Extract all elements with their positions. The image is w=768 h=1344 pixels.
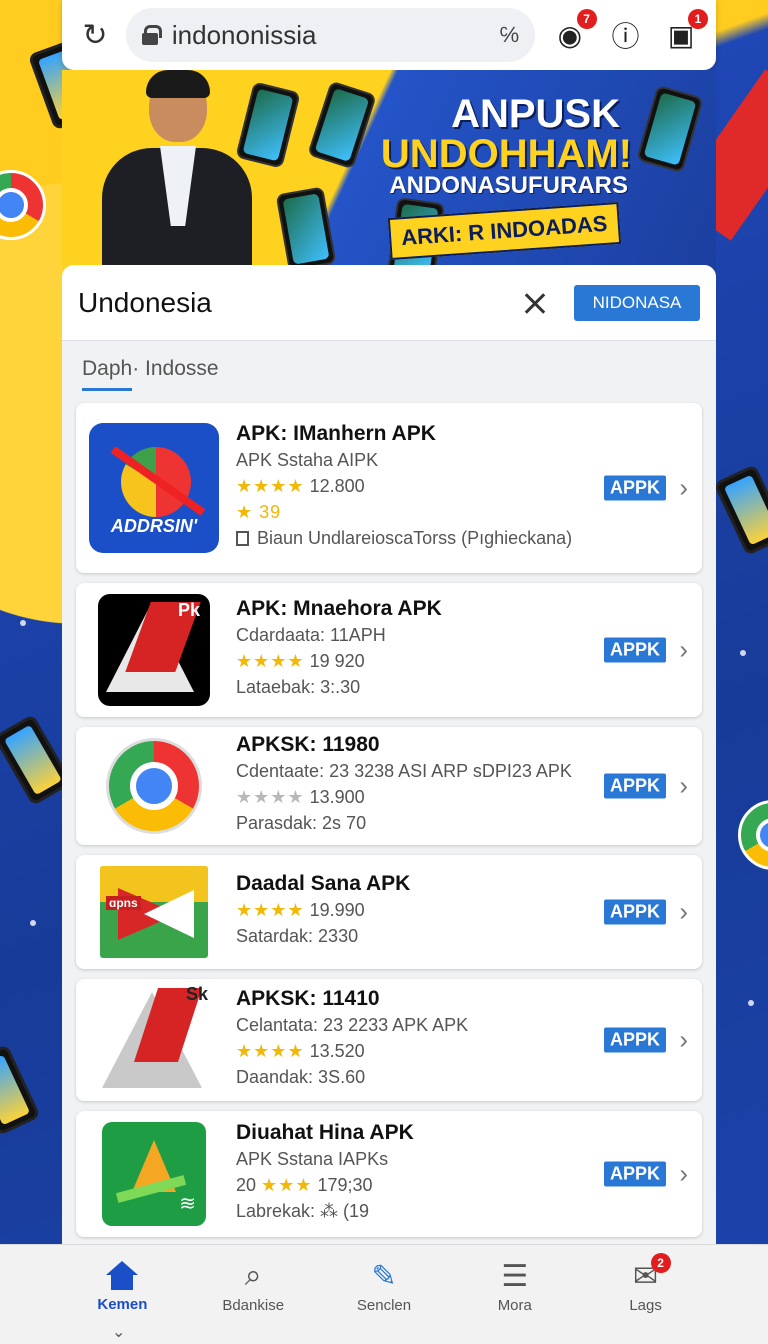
home-icon [106, 1261, 139, 1290]
apk-download-button[interactable]: APPK [603, 475, 666, 501]
sparkle-dot [740, 650, 746, 656]
app-meta: Daandak: 3S.60 [236, 1067, 366, 1087]
sparkle-dot [748, 1000, 754, 1006]
star-icon: ★★★★ [236, 1041, 305, 1061]
app-icon [88, 721, 220, 851]
app-description: Biaun UndlareioscaTorss (Pıghieckana) [236, 528, 690, 549]
edit-icon: ✎ [371, 1260, 397, 1293]
search-bar: NIDONASA [62, 265, 716, 341]
app-icon: Sk [88, 975, 220, 1105]
apk-download-button[interactable]: APPK [603, 637, 666, 663]
apk-download-button[interactable]: APPK [603, 1161, 666, 1187]
chevron-right-icon[interactable]: › [679, 635, 688, 666]
chevron-right-icon[interactable]: › [679, 771, 688, 802]
nav-label: Bdankise [222, 1297, 285, 1314]
record-badge: 7 [576, 9, 597, 29]
url-text[interactable]: indononissia [172, 20, 500, 51]
apk-download-button[interactable]: APPK [603, 773, 666, 799]
app-icon: Pk [88, 585, 220, 715]
translate-icon[interactable]: ℅ [499, 22, 518, 48]
nav-item-send[interactable]: ✎ Senclen [329, 1259, 439, 1344]
chevron-right-icon[interactable]: › [679, 897, 688, 928]
sparkle-dot [30, 920, 36, 926]
chrome-logo-decoration [0, 170, 46, 240]
app-meta: Parasdak: 2s 70 [236, 813, 367, 833]
app-title: Daadal Sana APK [236, 872, 411, 895]
phone-decoration [713, 464, 768, 556]
search-icon: ⌕ [244, 1259, 262, 1292]
alert-icon[interactable]: ⓘ [605, 13, 647, 57]
banner-title: ANPUSK [451, 92, 620, 136]
app-icon: ɑpns [88, 847, 220, 977]
chevron-right-icon[interactable]: › [679, 473, 688, 504]
document-icon: ☰ [501, 1260, 529, 1293]
app-review-count: ★ 39 [236, 502, 282, 522]
lock-icon [141, 25, 162, 45]
app-icon: ≋ [88, 1109, 220, 1239]
close-icon[interactable] [514, 283, 554, 323]
star-icon: ★★★ [261, 1175, 313, 1195]
app-title: APKSK: 11410 [236, 987, 380, 1010]
app-icon: ADDRSIN' [88, 423, 220, 553]
star-icon: ★★★★ [236, 787, 305, 807]
apk-download-button[interactable]: APPK [603, 1027, 666, 1053]
star-icon: ★★★★ [236, 900, 305, 920]
star-icon: ★★★★ [236, 476, 305, 496]
app-subtitle: APK Sstaha AIPK [236, 450, 379, 470]
promo-banner[interactable]: ANPUSK UNDOHHAM! ANDONASUFURARS ARKI: R … [62, 70, 716, 270]
list-item[interactable]: APKSK: 11980 Cdentaate: 23 3238 ASI ARP … [76, 727, 702, 845]
app-title: APK: Mnaehora APK [236, 597, 442, 620]
chrome-logo-decoration [738, 800, 768, 870]
star-icon: ★★★★ [236, 651, 305, 671]
chevron-right-icon[interactable]: › [679, 1025, 688, 1056]
nav-item-logs[interactable]: ✉ 2 Lags [591, 1253, 701, 1344]
notification-badge: 2 [650, 1253, 671, 1273]
nav-label: Senclen [356, 1297, 412, 1314]
search-results-panel: NIDONASA Daph· Indosse ADDRSIN' APK: IMa… [62, 265, 716, 1344]
browser-toolbar: ↻ indononissia ℅ ◉ 7 ⓘ ▣ 1 [62, 0, 716, 70]
app-meta: Labrekak: ⁂ (19 [236, 1201, 370, 1221]
list-item[interactable]: Sk APKSK: 11410 Celantata: 23 2233 APK A… [76, 979, 702, 1101]
list-item[interactable]: ≋ Diuahat Hina APK APK Sstana IAPKs 20 ★… [76, 1111, 702, 1237]
tabs-icon[interactable]: ▣ 1 [660, 9, 708, 57]
sparkle-dot [20, 620, 26, 626]
app-title: APK: IManhern APK [236, 422, 436, 445]
list-item[interactable]: ADDRSIN' APK: IManhern APK APK Sstaha AI… [76, 403, 702, 573]
app-title: APKSK: 11980 [236, 733, 380, 756]
nav-label: Kemen [97, 1296, 148, 1313]
tab-bar: Daph· Indosse [62, 341, 716, 403]
search-button[interactable]: NIDONASA [574, 284, 700, 321]
presenter-image [102, 70, 252, 270]
app-title: Diuahat Hina APK [236, 1121, 414, 1144]
search-input[interactable] [78, 286, 514, 319]
nav-item-more[interactable]: ☰ Mora [460, 1259, 570, 1344]
bottom-navigation: Kemen ⌕ Bdankise ✎ Senclen ☰ Mora ✉ 2 La… [0, 1244, 768, 1344]
list-item[interactable]: Pk APK: Mnaehora APK Cdardaata: 11APH ★★… [76, 583, 702, 717]
address-bar[interactable]: indononissia ℅ [125, 8, 535, 62]
nav-item-browse[interactable]: ⌕ Bdankise [198, 1259, 308, 1344]
app-meta: Satardak: 2330 [236, 926, 359, 946]
record-icon[interactable]: ◉ 7 [549, 9, 597, 57]
phone-decoration [0, 1044, 41, 1136]
app-list: ADDRSIN' APK: IManhern APK APK Sstaha AI… [62, 403, 716, 1237]
app-meta: Lataebak: 3:.30 [236, 677, 361, 697]
tab-indonesia[interactable]: Daph· Indosse [82, 357, 219, 391]
nav-label: Lags [629, 1297, 662, 1314]
tabs-badge: 1 [688, 9, 708, 29]
banner-title-highlight: UNDOHHAM! [380, 132, 632, 176]
chevron-down-icon[interactable]: ⌄ [112, 1322, 125, 1342]
banner-subtitle: ANDONASUFURARS [389, 172, 628, 199]
checkbox-icon[interactable] [236, 531, 249, 546]
reload-icon[interactable]: ↻ [76, 15, 114, 55]
nav-label: Mora [497, 1297, 532, 1314]
apk-download-button[interactable]: APPK [603, 899, 666, 925]
chevron-right-icon[interactable]: › [679, 1159, 688, 1190]
list-item[interactable]: ɑpns Daadal Sana APK ★★★★ 19.990 Satarda… [76, 855, 702, 969]
